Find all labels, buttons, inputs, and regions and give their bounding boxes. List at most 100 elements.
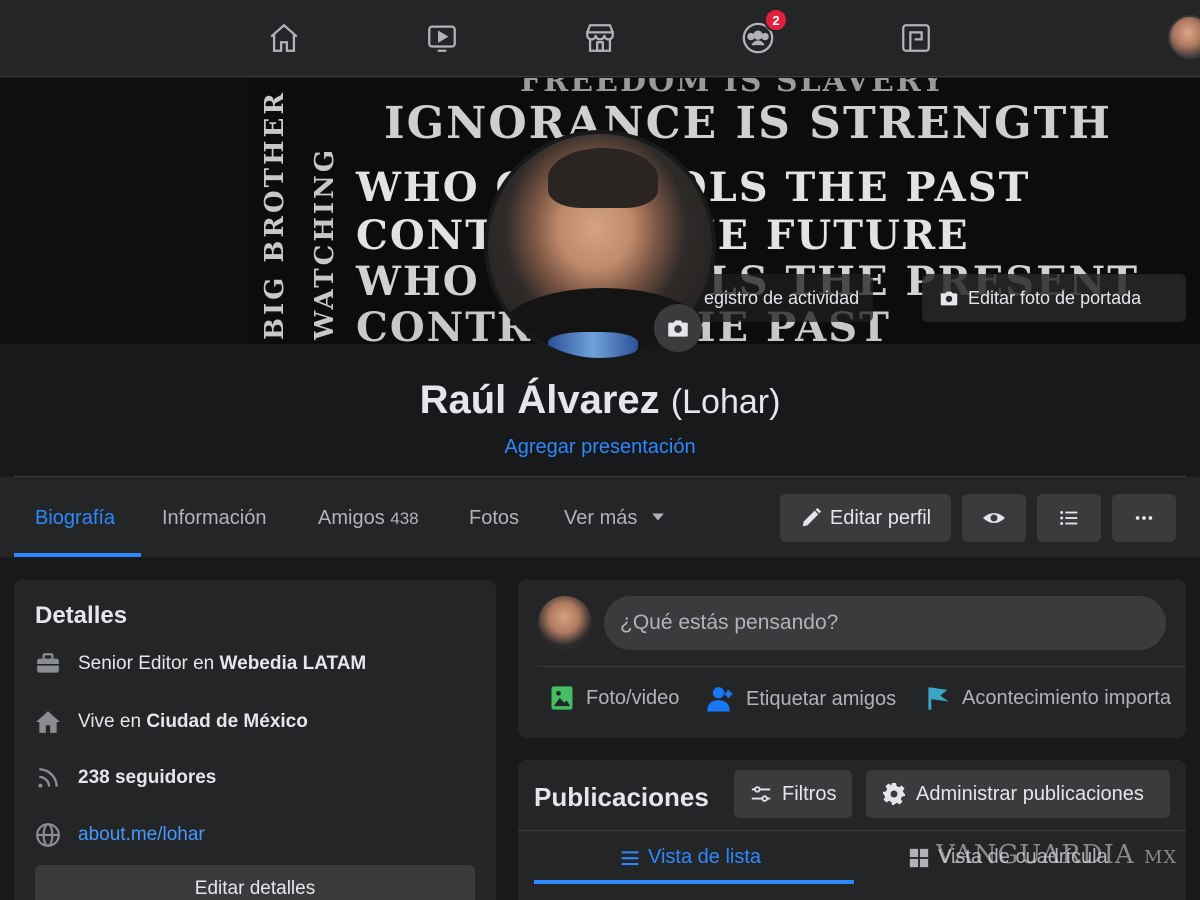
- life-event-button[interactable]: Acontecimiento importa: [924, 684, 1171, 712]
- briefcase-icon: [34, 650, 62, 678]
- filters-button[interactable]: Filtros: [734, 770, 853, 818]
- manage-posts-label: Administrar publicaciones: [916, 782, 1144, 805]
- filters-label: Filtros: [782, 782, 837, 805]
- manage-posts-button[interactable]: Administrar publicaciones: [866, 770, 1170, 818]
- life-event-label: Acontecimiento importa: [962, 686, 1171, 709]
- website-link[interactable]: about.me/lohar: [78, 824, 205, 846]
- watermark-brand: VANGUARDIA: [936, 840, 1135, 870]
- edit-details-button[interactable]: Editar detalles: [35, 865, 475, 900]
- home-icon: [270, 23, 298, 52]
- cover-vertical-1: BIG BROTHER: [260, 90, 290, 340]
- watch-nav-button[interactable]: [422, 18, 462, 58]
- caret-down-icon: [652, 513, 664, 521]
- eye-icon: [983, 513, 1005, 523]
- list-view-icon: [621, 850, 639, 865]
- flag-icon: [928, 687, 949, 710]
- composer-divider: [538, 666, 1186, 667]
- tab-label: Biografía: [35, 507, 116, 529]
- tag-friends-label: Etiquetar amigos: [746, 687, 897, 710]
- work-company[interactable]: Webedia LATAM: [220, 653, 367, 674]
- account-avatar[interactable]: [1168, 15, 1200, 59]
- grid-view-icon: [909, 848, 929, 867]
- tag-friends-icon: [707, 687, 733, 712]
- lives-city[interactable]: Ciudad de México: [146, 711, 308, 732]
- edit-cover-button[interactable]: Editar foto de portada: [922, 274, 1186, 322]
- composer-input[interactable]: ¿Qué estás pensando?: [604, 596, 1166, 650]
- profile-alt-name: (Lohar): [670, 383, 781, 421]
- edit-profile-label: Editar perfil: [829, 506, 932, 529]
- home-nav-button[interactable]: [264, 18, 304, 58]
- post-composer: ¿Qué estás pensando? Foto/video Etiqueta…: [518, 580, 1186, 738]
- photo-icon: [551, 686, 573, 710]
- profile-tabs: Biografía Información Amigos 438 Fotos V…: [0, 477, 1200, 557]
- photo-video-label: Foto/video: [586, 686, 680, 709]
- posts-title: Publicaciones: [534, 782, 709, 812]
- list-view-label: Vista de lista: [648, 846, 762, 868]
- cover-vertical-2: WATCHING: [310, 146, 340, 340]
- tab-ver-mas[interactable]: Ver más: [564, 507, 665, 530]
- posts-divider: [518, 830, 1186, 831]
- view-as-button[interactable]: [962, 494, 1026, 542]
- edit-profile-button[interactable]: Editar perfil: [780, 494, 951, 542]
- posts-card: Publicaciones Filtros Administrar public…: [518, 760, 1186, 900]
- camera-icon: [940, 291, 958, 306]
- marketplace-nav-button[interactable]: [580, 18, 620, 58]
- activity-list-button[interactable]: [1037, 494, 1101, 542]
- list-icon: [1060, 511, 1078, 525]
- add-bio-link[interactable]: Agregar presentación: [0, 436, 1200, 459]
- notification-badge: 2: [764, 8, 788, 32]
- tag-friends-button[interactable]: Etiquetar amigos: [706, 684, 896, 714]
- rss-icon: [34, 764, 62, 792]
- sliders-icon: [751, 786, 771, 802]
- activity-log-button[interactable]: egistro de actividad: [690, 274, 874, 322]
- video-icon: [428, 25, 456, 52]
- cover-line-2: IGNORANCE IS STRENGTH: [384, 98, 1112, 149]
- more-options-button[interactable]: [1112, 494, 1176, 542]
- tab-informacion[interactable]: Información: [162, 507, 267, 530]
- work-prefix: Senior Editor en: [78, 653, 220, 674]
- tab-label: Fotos: [469, 507, 520, 529]
- groups-nav-button[interactable]: 2: [738, 8, 788, 58]
- house-icon: [34, 708, 62, 736]
- active-view-indicator: [534, 880, 854, 884]
- gaming-icon: [902, 24, 930, 52]
- edit-cover-label: Editar foto de portada: [968, 287, 1142, 308]
- work-text: Senior Editor en Webedia LATAM: [78, 653, 366, 675]
- profile-hair: [548, 148, 658, 208]
- vanguardia-watermark: VANGUARDIA MX: [936, 840, 1177, 870]
- friends-count: 438: [390, 509, 419, 528]
- photo-video-button[interactable]: Foto/video: [548, 684, 679, 712]
- followers-detail: 238 seguidores: [34, 764, 216, 792]
- camera-icon: [668, 320, 688, 337]
- globe-icon: [34, 821, 62, 849]
- store-icon: [586, 24, 614, 52]
- tab-biografia[interactable]: Biografía: [35, 507, 115, 530]
- pencil-icon: [802, 507, 822, 527]
- change-profile-picture-button[interactable]: [654, 304, 702, 352]
- watermark-suffix: MX: [1143, 847, 1178, 868]
- tab-fotos[interactable]: Fotos: [469, 507, 519, 530]
- tab-label: Información: [162, 507, 267, 529]
- profile-name-text: Raúl Álvarez: [419, 378, 660, 422]
- details-title: Detalles: [35, 602, 128, 629]
- top-nav: 2: [0, 0, 1200, 77]
- lives-text: Vive en Ciudad de México: [78, 711, 308, 733]
- profile-name: Raúl Álvarez (Lohar): [0, 378, 1200, 423]
- gear-icon: [883, 783, 905, 805]
- more-horizontal-icon: [1135, 516, 1153, 520]
- work-detail: Senior Editor en Webedia LATAM: [34, 650, 366, 678]
- lives-prefix: Vive en: [78, 711, 147, 732]
- lives-detail: Vive en Ciudad de México: [34, 708, 308, 736]
- profile-shirt-print: [548, 332, 638, 358]
- active-tab-indicator: [14, 553, 141, 557]
- activity-log-label: egistro de actividad: [704, 287, 860, 308]
- cover-line-1: FREEDOM IS SLAVERY: [520, 78, 946, 99]
- website-detail: about.me/lohar: [34, 821, 205, 849]
- list-view-tab[interactable]: Vista de lista: [620, 846, 761, 869]
- details-card: Detalles Senior Editor en Webedia LATAM …: [14, 580, 496, 900]
- tab-label: Ver más: [564, 507, 638, 529]
- tab-amigos[interactable]: Amigos 438: [318, 507, 419, 530]
- followers-text[interactable]: 238 seguidores: [78, 767, 216, 789]
- gaming-nav-button[interactable]: [896, 18, 936, 58]
- composer-avatar[interactable]: [538, 596, 592, 650]
